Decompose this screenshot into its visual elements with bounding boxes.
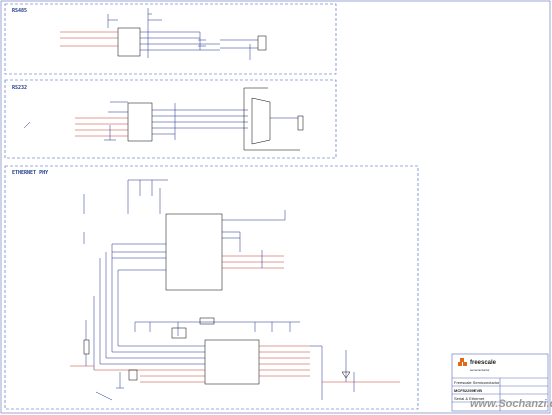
rs485-circuit [60,8,267,60]
mcu-chip [204,339,260,385]
ethernet-section-label: ETHERNET PHY [12,170,49,176]
rs232-resistor [297,115,304,131]
freescale-logo-icon [458,358,467,366]
ethernet-circuit [70,179,400,401]
rs232-frame [4,79,337,159]
ferrite-bead [199,317,215,325]
db9-connector [251,97,271,145]
ethernet-frame [4,165,419,410]
logo-subtext: semiconductor [470,368,490,372]
watermark: www.Sochanzi.com [470,398,552,410]
pullup-resistor [83,339,90,355]
rs232-transceiver [127,102,153,142]
rs232-circuit [23,87,304,151]
phy-chip [165,213,223,291]
page-border [0,0,551,414]
rs485-frame [4,3,337,75]
crystal [171,327,187,339]
board-name: MCF52259EVB [454,388,483,393]
company-label: Freescale Semiconductor [454,380,500,385]
rs485-transceiver [117,27,141,57]
rs485-section-label: RS485 [12,8,28,14]
logo-text: freescale [470,360,497,366]
rs232-section-label: RS232 [12,85,28,91]
schematic-sheet [0,0,551,414]
rs485-connector [257,35,267,51]
reset-cap [128,369,138,381]
